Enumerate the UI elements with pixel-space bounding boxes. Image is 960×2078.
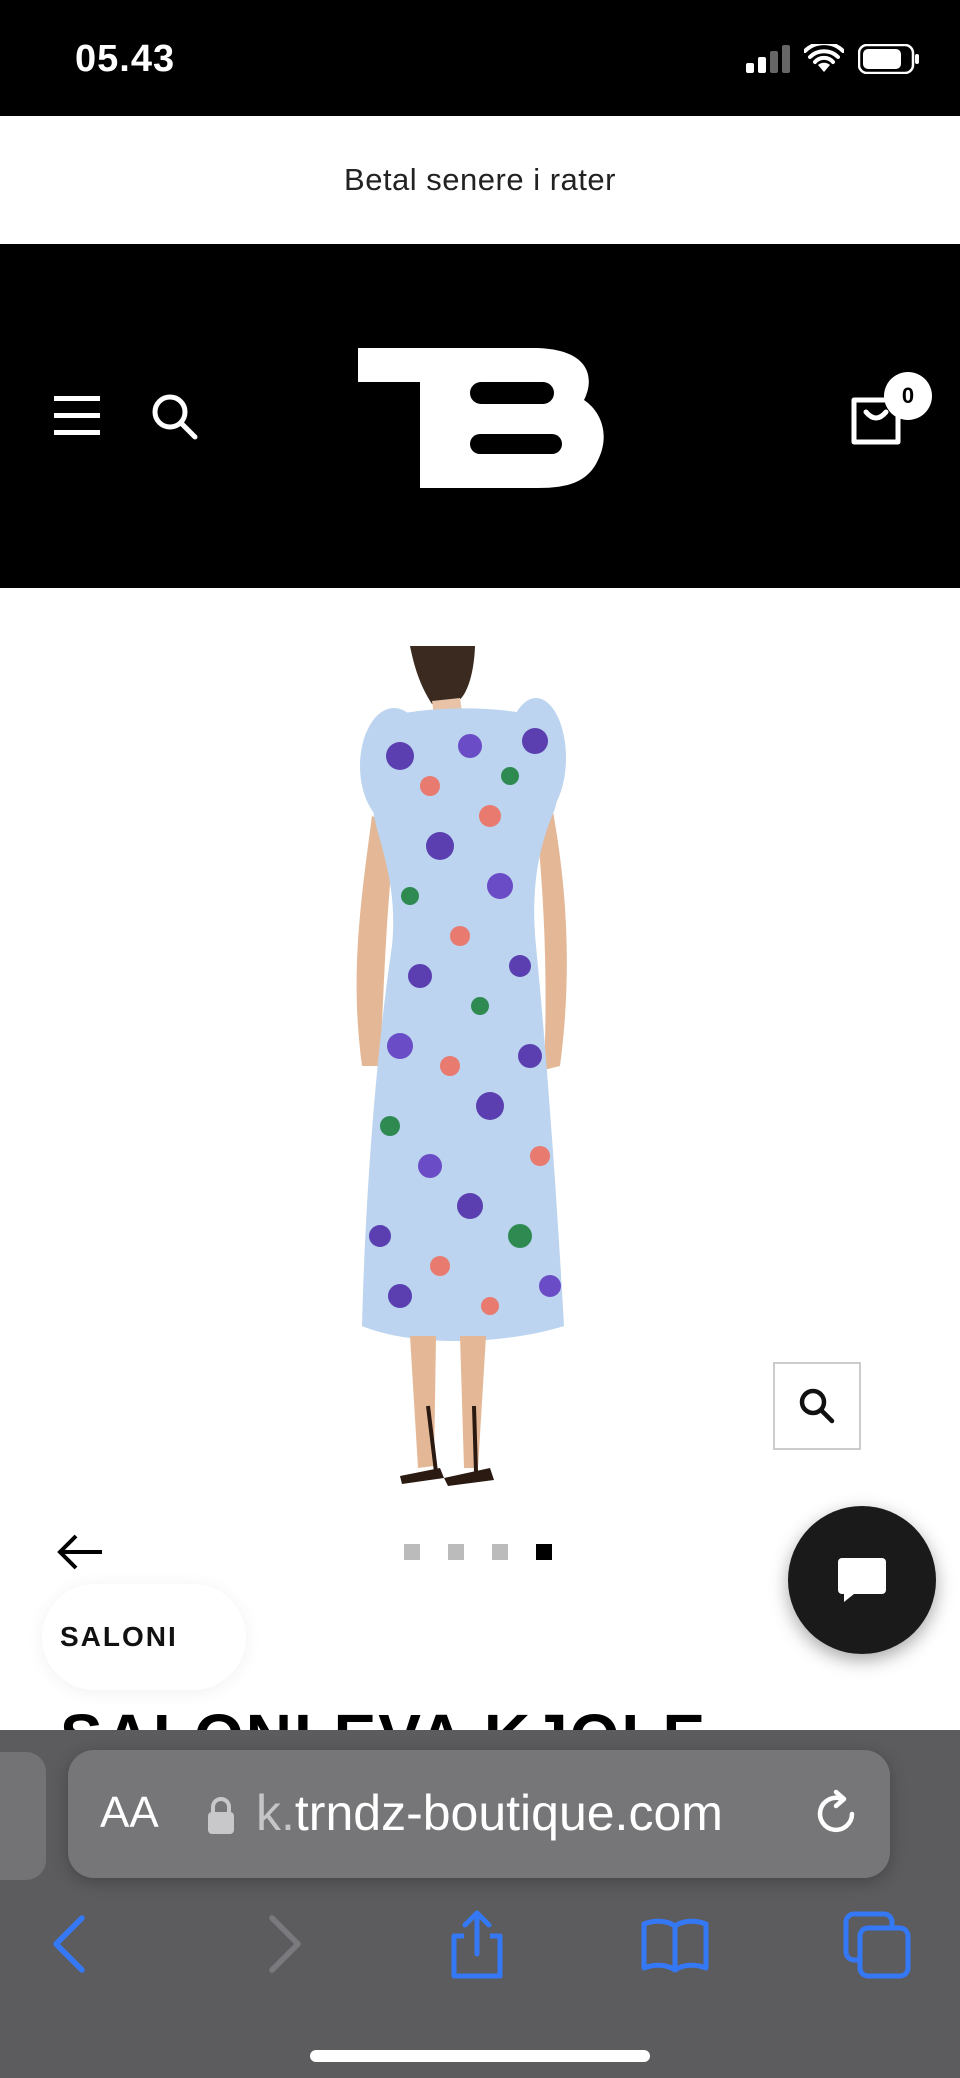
reload-icon[interactable] xyxy=(808,1786,864,1842)
url-faded: k. xyxy=(256,1785,295,1841)
brand-chip[interactable]: SALONI xyxy=(42,1584,246,1690)
cart-count-badge: 0 xyxy=(884,372,932,420)
status-icons xyxy=(746,44,920,74)
magnifier-icon xyxy=(799,1388,835,1424)
brand-logo[interactable] xyxy=(358,348,604,488)
url-text[interactable]: k.trndz-boutique.com xyxy=(256,1784,723,1842)
bookmarks-icon[interactable] xyxy=(640,1910,710,1980)
image-pagination xyxy=(404,1544,552,1560)
arrow-left-icon[interactable] xyxy=(56,1532,106,1572)
battery-icon xyxy=(858,44,919,74)
forward-icon[interactable] xyxy=(244,1910,314,1980)
share-icon[interactable] xyxy=(442,1910,512,1980)
tabs-icon[interactable] xyxy=(842,1910,912,1980)
url-domain: trndz-boutique.com xyxy=(294,1785,723,1841)
previous-tab-peek[interactable] xyxy=(0,1752,46,1880)
cellular-signal-icon xyxy=(746,45,790,73)
lock-icon xyxy=(208,1797,234,1834)
address-bar[interactable]: AA k.trndz-boutique.com xyxy=(68,1750,890,1878)
announcement-bar: Betal senere i rater xyxy=(0,116,960,244)
home-indicator[interactable] xyxy=(310,2050,650,2062)
wifi-icon xyxy=(804,44,844,72)
chat-button[interactable] xyxy=(788,1506,936,1654)
product-image[interactable] xyxy=(340,646,610,1486)
status-time: 05.43 xyxy=(75,38,176,80)
product-gallery xyxy=(0,588,960,1588)
brand-label: SALONI xyxy=(60,1621,178,1652)
hamburger-menu-icon[interactable] xyxy=(54,394,106,438)
pagination-dot-1[interactable] xyxy=(404,1544,420,1560)
search-icon[interactable] xyxy=(150,392,200,442)
status-bar: 05.43 xyxy=(0,0,960,116)
site-header: 0 xyxy=(0,244,960,588)
announcement-text: Betal senere i rater xyxy=(344,162,616,197)
browser-toolbar: AA k.trndz-boutique.com xyxy=(0,1730,960,2078)
pagination-dot-3[interactable] xyxy=(492,1544,508,1560)
aa-label: AA xyxy=(100,1788,159,1837)
back-icon[interactable] xyxy=(40,1910,110,1980)
chat-bubble-icon xyxy=(838,1558,886,1602)
zoom-button[interactable] xyxy=(773,1362,861,1450)
pagination-dot-2[interactable] xyxy=(448,1544,464,1560)
reader-aa-button[interactable]: AA xyxy=(100,1788,159,1838)
pagination-dot-4[interactable] xyxy=(536,1544,552,1560)
